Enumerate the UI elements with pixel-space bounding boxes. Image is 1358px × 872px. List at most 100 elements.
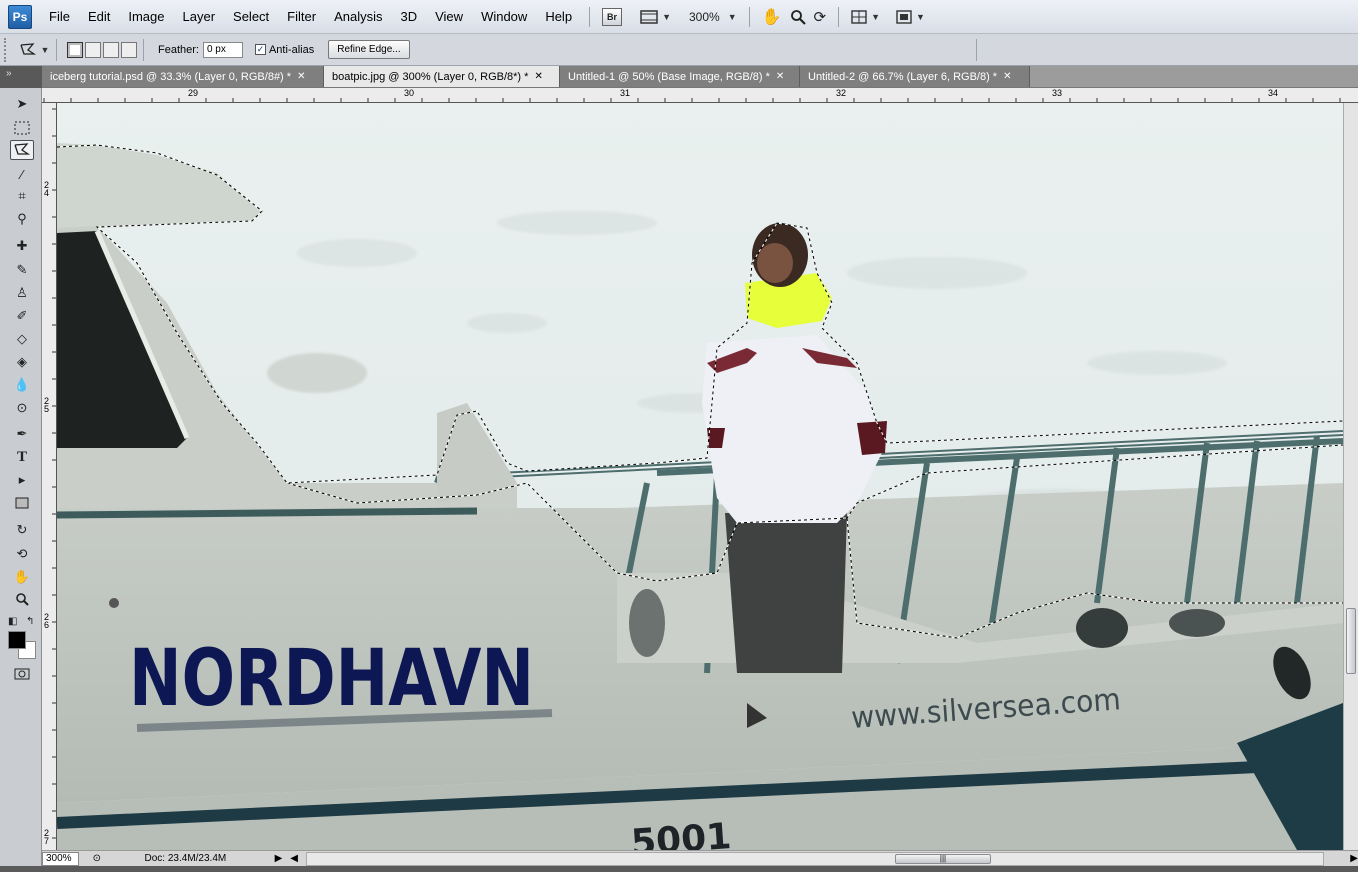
collapse-icon[interactable]: » [6, 68, 12, 79]
menu-filter[interactable]: Filter [278, 0, 325, 34]
zoom-field[interactable]: 300% [42, 851, 79, 866]
bridge-button[interactable]: Br [602, 6, 623, 28]
feather-input[interactable] [202, 41, 243, 58]
zoom-level-dropdown[interactable]: 300% ▼ [689, 6, 737, 28]
status-info-icon[interactable]: ⊙ [89, 853, 105, 864]
subtract-from-selection-button[interactable] [103, 41, 119, 58]
deck-rail-lower [57, 507, 478, 519]
healing-brush-icon[interactable]: ✚ [10, 236, 34, 256]
eraser-icon[interactable]: ◇ [10, 329, 34, 349]
refine-edge-button[interactable]: Refine Edge... [328, 40, 410, 59]
zoom-tool-button[interactable] [790, 6, 806, 28]
options-separator [56, 38, 57, 61]
tab-untitled-2[interactable]: Untitled-2 @ 66.7% (Layer 6, RGB/8) * ✕ [800, 66, 1030, 87]
zoom-icon[interactable] [10, 589, 34, 609]
rotate-view-button[interactable]: ⟳ [814, 6, 827, 28]
pen-icon[interactable]: ✒ [10, 424, 34, 444]
vertical-scroll-thumb[interactable] [1346, 608, 1356, 674]
view-extras-button[interactable]: ▼ [640, 6, 671, 28]
3d-orbit-icon[interactable]: ⟲ [10, 544, 34, 564]
hand-icon: ✋ [761, 8, 782, 26]
hand-icon[interactable]: ✋ [10, 567, 34, 587]
menu-window[interactable]: Window [472, 0, 536, 34]
menu-3d[interactable]: 3D [391, 0, 426, 34]
magic-wand-icon[interactable]: ⁄ [10, 164, 34, 184]
zoom-level-value: 300% [688, 9, 720, 24]
close-icon[interactable]: ✕ [776, 71, 784, 82]
eyedropper-icon[interactable]: ⚲ [10, 209, 34, 229]
horizontal-scrollbar[interactable]: ||| [305, 851, 1325, 866]
menu-separator [589, 6, 591, 27]
quick-mask-icon[interactable] [10, 664, 34, 684]
tab-iceberg-tutorial[interactable]: iceberg tutorial.psd @ 33.3% (Layer 0, R… [42, 66, 324, 87]
photo: NORDHAVN www.silversea.com 5001 [57, 103, 1343, 850]
filmstrip-icon [640, 9, 658, 24]
document-size-info: Doc: 23.4M/23.4M [144, 853, 227, 864]
toolbox-header[interactable]: » [0, 66, 42, 88]
chevron-down-icon: ▼ [871, 11, 881, 22]
options-bar: ▼ Feather: ✓ Anti-alias Refine Edge... [0, 34, 1358, 66]
close-icon[interactable]: ✕ [297, 71, 305, 82]
dodge-icon[interactable]: ⊙ [10, 398, 34, 418]
ruler-label: 2 5 [44, 396, 50, 414]
menu-file[interactable]: File [40, 0, 79, 34]
tab-boatpic[interactable]: boatpic.jpg @ 300% (Layer 0, RGB/8*) * ✕ [324, 66, 560, 87]
chevron-down-icon: ▼ [40, 44, 50, 55]
menu-bar: Ps File Edit Image Layer Select Filter A… [0, 0, 1358, 34]
arrange-documents-button[interactable]: ▼ [851, 6, 880, 28]
menu-select[interactable]: Select [224, 0, 278, 34]
menu-separator [748, 6, 750, 27]
clone-stamp-icon[interactable]: ♙ [10, 283, 34, 303]
intersect-selection-button[interactable] [121, 41, 137, 58]
screen-mode-button[interactable]: ▼ [896, 6, 925, 28]
arrange-icon [851, 9, 867, 24]
options-separator [975, 38, 977, 61]
marquee-icon[interactable] [10, 118, 34, 138]
foreground-color-swatch[interactable] [8, 631, 26, 649]
default-colors-icon[interactable]: ◧ [8, 616, 17, 627]
menu-analysis[interactable]: Analysis [325, 0, 391, 34]
horizontal-scroll-thumb[interactable]: ||| [894, 853, 991, 864]
close-icon[interactable]: ✕ [1003, 71, 1011, 82]
tab-label: Untitled-1 @ 50% (Base Image, RGB/8) * [568, 70, 770, 83]
vertical-scrollbar[interactable] [1343, 103, 1358, 850]
status-menu-arrow[interactable]: ▶ [275, 853, 283, 864]
type-icon[interactable]: T [10, 447, 34, 467]
scroll-left-arrow[interactable]: ◀ [290, 853, 298, 864]
paint-bucket-icon[interactable]: ◈ [10, 352, 34, 372]
ruler-ticks [52, 108, 56, 839]
polygonal-lasso-icon[interactable] [10, 140, 34, 160]
path-selection-icon[interactable]: ▸ [10, 470, 34, 490]
bridge-icon: Br [602, 7, 623, 26]
history-brush-icon[interactable]: ✐ [10, 306, 34, 326]
menu-view[interactable]: View [426, 0, 472, 34]
vertical-ruler[interactable]: 2 4 2 5 2 6 2 7 [42, 103, 57, 850]
rectangle-icon[interactable] [10, 493, 34, 513]
tab-untitled-1[interactable]: Untitled-1 @ 50% (Base Image, RGB/8) * ✕ [560, 66, 800, 87]
scroll-right-arrow[interactable]: ▶ [1350, 853, 1358, 864]
menu-edit[interactable]: Edit [79, 0, 119, 34]
brush-icon[interactable]: ✎ [10, 260, 34, 280]
crop-icon[interactable]: ⌗ [10, 186, 34, 206]
new-selection-button[interactable] [67, 41, 83, 58]
menu-image[interactable]: Image [119, 0, 173, 34]
ruler-label: 2 6 [44, 612, 50, 630]
options-bar-grip[interactable] [4, 37, 10, 62]
hand-tool-button[interactable]: ✋ [762, 6, 782, 28]
blur-icon[interactable]: 💧 [10, 375, 34, 395]
close-icon[interactable]: ✕ [534, 71, 542, 82]
swap-colors-icon[interactable]: ↰ [26, 616, 34, 627]
3d-rotate-icon[interactable]: ↻ [10, 520, 34, 540]
add-to-selection-button[interactable] [85, 41, 101, 58]
horizontal-ruler[interactable]: 29 30 31 32 33 34 [42, 88, 1358, 103]
rotate-view-icon: ⟳ [813, 8, 827, 26]
menu-layer[interactable]: Layer [174, 0, 225, 34]
menu-help[interactable]: Help [536, 0, 581, 34]
person-pants [725, 513, 847, 673]
tab-label: boatpic.jpg @ 300% (Layer 0, RGB/8*) * [332, 70, 529, 83]
move-icon[interactable]: ➤ [10, 94, 34, 114]
bollard [629, 589, 665, 657]
antialias-checkbox[interactable]: ✓ [254, 44, 266, 55]
document-canvas[interactable]: NORDHAVN www.silversea.com 5001 [57, 103, 1343, 850]
tool-preset-picker[interactable]: ▼ [18, 39, 50, 61]
